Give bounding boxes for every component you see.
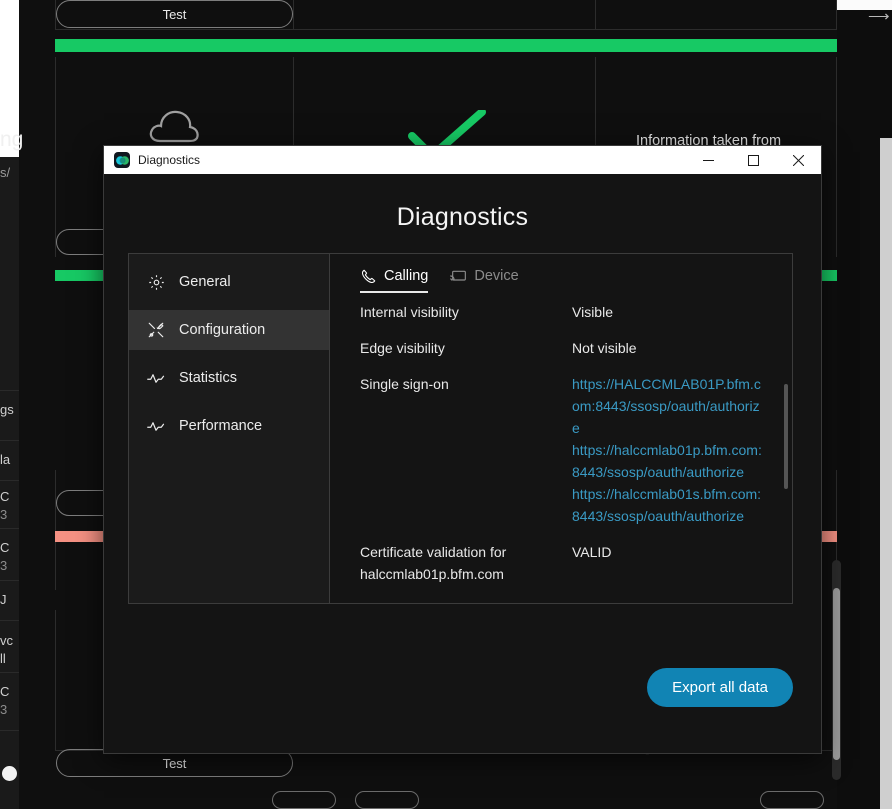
tab-calling[interactable]: Calling (360, 268, 428, 293)
resize-arrow-icon: ⟶ (868, 8, 886, 26)
background-list-item[interactable]: C (0, 489, 19, 504)
window-title: Diagnostics (138, 153, 686, 167)
row-label: Certificate validation for indccm01p.bfm… (360, 599, 572, 603)
diagnostics-panel: General Configuration (128, 253, 793, 604)
sidebar-item-label: General (179, 274, 231, 290)
waveform-icon (147, 369, 165, 387)
dialog-footer: Export all data (104, 633, 821, 753)
maximize-button[interactable] (731, 146, 776, 174)
background-scrollbar-thumb[interactable] (833, 588, 840, 760)
sidebar-item-label: Performance (179, 418, 262, 434)
background-divider (0, 580, 19, 581)
background-list-item[interactable]: ll (0, 651, 19, 666)
background-list-item[interactable]: C (0, 684, 19, 699)
diagnostics-row: Certificate validation for indccm01p.bfm… (360, 599, 792, 603)
background-list-item[interactable]: 3 (0, 507, 19, 522)
dialog-body: Diagnostics General (104, 174, 821, 753)
background-test-button[interactable]: Test (56, 0, 293, 28)
background-bottom-button[interactable] (272, 791, 336, 809)
background-test-button[interactable]: Test (56, 749, 293, 777)
background-test-button-label: Test (163, 7, 187, 22)
page-title: Diagnostics (104, 174, 821, 232)
background-text-fragment-ng: ng (0, 128, 23, 152)
sso-link[interactable]: https://HALCCMLAB01P.bfm.com:8443/ssosp/… (572, 373, 762, 439)
row-value: Visible (572, 301, 762, 323)
row-value-links[interactable]: https://HALCCMLAB01P.bfm.com:8443/ssosp/… (572, 373, 762, 527)
sidebar-item-label: Configuration (179, 322, 265, 338)
sso-link[interactable]: https://halccmlab01s.bfm.com:8443/ssosp/… (572, 483, 762, 527)
background-divider (0, 390, 19, 391)
background-bottom-button[interactable] (760, 791, 824, 809)
content-tabs: Calling Device (330, 254, 792, 293)
content-scrollbar-thumb[interactable] (784, 384, 788, 489)
background-divider (0, 730, 19, 731)
diagnostics-row: Single sign-on https://HALCCMLAB01P.bfm.… (360, 373, 792, 527)
row-label: Edge visibility (360, 337, 572, 359)
minimize-button[interactable] (686, 146, 731, 174)
sidebar-item-configuration[interactable]: Configuration (129, 310, 329, 350)
row-label: Certificate validation for halccmlab01p.… (360, 541, 572, 585)
sidebar-item-performance[interactable]: Performance (129, 406, 329, 446)
tools-icon (147, 321, 165, 339)
close-button[interactable] (776, 146, 821, 174)
row-value: VALID (572, 599, 762, 603)
background-divider (0, 480, 19, 481)
background-list-item[interactable]: J (0, 592, 19, 607)
background-test-button-label: Test (163, 756, 187, 771)
sidebar-item-statistics[interactable]: Statistics (129, 358, 329, 398)
window-titlebar[interactable]: Diagnostics (104, 146, 821, 174)
tab-device[interactable]: Device (450, 268, 518, 293)
sso-link[interactable]: https://halccmlab01p.bfm.com:8443/ssosp/… (572, 439, 762, 483)
row-label: Internal visibility (360, 301, 572, 323)
background-divider (0, 528, 19, 529)
background-right-edge-strip (880, 138, 892, 809)
gear-icon (147, 273, 165, 291)
background-divider (0, 672, 19, 673)
background-divider (0, 440, 19, 441)
background-list-item[interactable]: la (0, 452, 19, 467)
row-value: VALID (572, 541, 762, 585)
background-text-fragment-path: s/ (0, 165, 10, 180)
status-bar-green (55, 39, 837, 52)
background-bottom-button[interactable] (355, 791, 419, 809)
export-all-data-button[interactable]: Export all data (647, 668, 793, 707)
dialog-content: Calling Device (330, 254, 792, 603)
background-list-item[interactable]: gs (0, 402, 19, 417)
background-list-item[interactable]: C (0, 540, 19, 555)
avatar[interactable] (2, 766, 17, 781)
diagnostics-row: Internal visibility Visible (360, 301, 792, 323)
tab-label: Device (474, 268, 518, 284)
diagnostics-rows[interactable]: Internal visibility Visible Edge visibil… (330, 301, 792, 603)
sidebar-item-label: Statistics (179, 370, 237, 386)
webex-app-icon (114, 152, 130, 168)
row-label: Single sign-on (360, 373, 572, 527)
background-divider (0, 620, 19, 621)
monitor-icon (450, 268, 466, 284)
background-list-item[interactable]: vc (0, 633, 19, 648)
tab-label: Calling (384, 268, 428, 284)
diagnostics-window: Diagnostics Diagnostics (104, 146, 821, 753)
cloud-icon (148, 108, 200, 144)
phone-icon (360, 268, 376, 284)
sidebar-item-general[interactable]: General (129, 262, 329, 302)
row-value: Not visible (572, 337, 762, 359)
diagnostics-row: Edge visibility Not visible (360, 337, 792, 359)
background-list-item[interactable]: 3 (0, 558, 19, 573)
dialog-sidebar: General Configuration (129, 254, 330, 603)
background-list-item[interactable]: 3 (0, 702, 19, 717)
waveform-icon (147, 417, 165, 435)
diagnostics-row: Certificate validation for halccmlab01p.… (360, 541, 792, 585)
